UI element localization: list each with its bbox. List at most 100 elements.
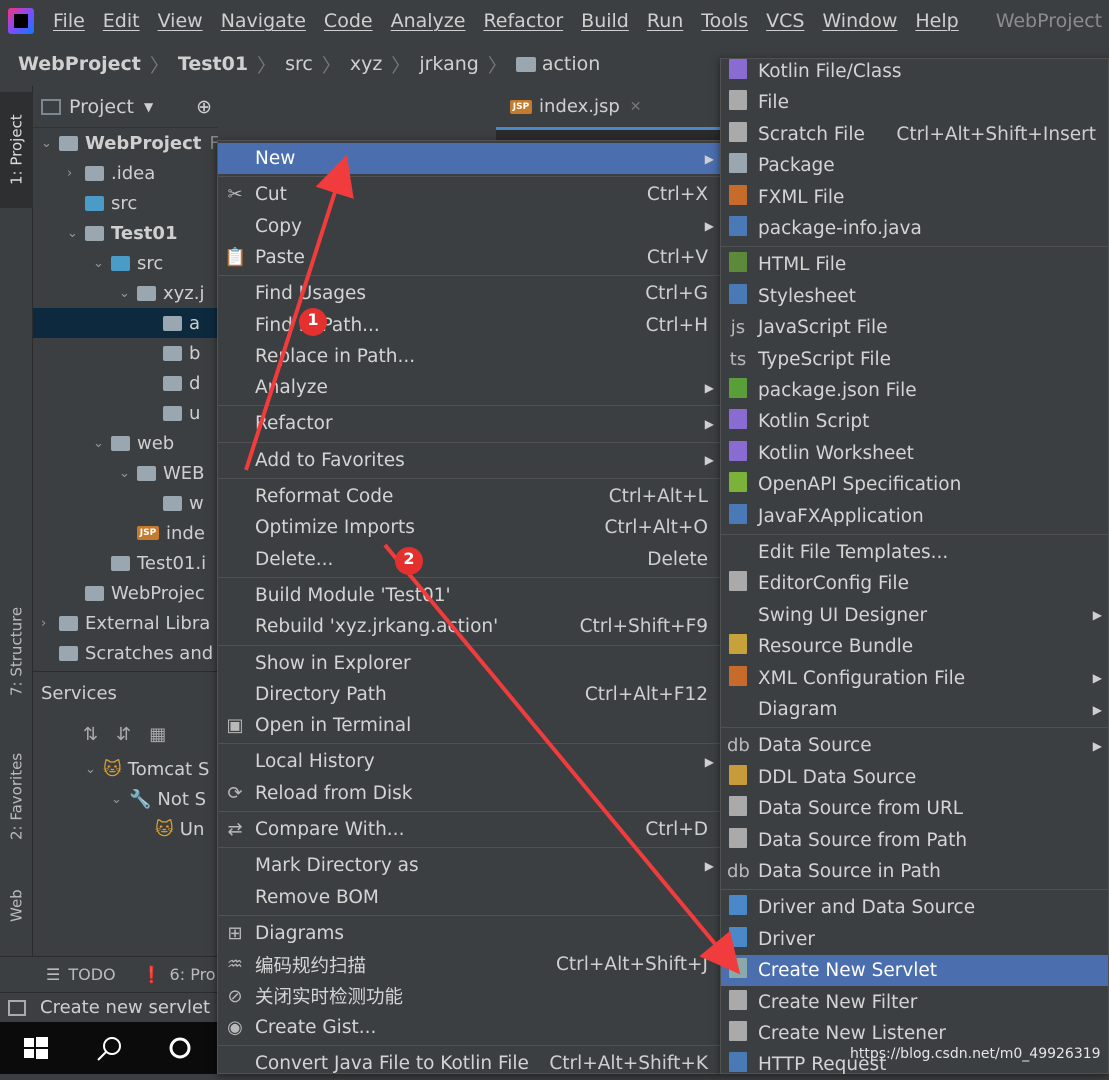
menu-item-analyze[interactable]: Analyze▶ (218, 372, 720, 403)
chevron-down-icon[interactable]: ⌄ (41, 136, 59, 151)
menu-item-resource-bundle[interactable]: Resource Bundle (721, 631, 1108, 662)
tree-node[interactable]: Scratches and (33, 638, 213, 668)
menu-item-create-new-servlet[interactable]: Create New Servlet (721, 955, 1108, 986)
menu-item-fxml-file[interactable]: FXML File (721, 182, 1108, 213)
tree-node[interactable]: d (33, 368, 200, 398)
menu-item-remove-bom[interactable]: Remove BOM (218, 882, 720, 913)
menu-item-build-module-test01[interactable]: Build Module 'Test01' (218, 580, 720, 611)
service-node[interactable]: ⌄🐱Tomcat S (33, 754, 209, 784)
menu-item-stylesheet[interactable]: Stylesheet (721, 281, 1108, 312)
menu-item-edit-file-templates[interactable]: Edit File Templates... (721, 537, 1108, 568)
tree-node[interactable]: ›External Libra (33, 608, 210, 638)
menu-item-swing-ui-designer[interactable]: Swing UI Designer▶ (721, 600, 1108, 631)
menu-help[interactable]: Help (915, 10, 958, 32)
menu-item-data-source-from-url[interactable]: Data Source from URL (721, 793, 1108, 824)
tree-node[interactable]: ⌄WebProjectF:\IDEA\WebProject (33, 128, 218, 158)
chevron-down-icon[interactable]: ⌄ (119, 286, 137, 301)
chevron-down-icon[interactable]: ⌄ (119, 466, 137, 481)
tree-node[interactable]: Test01.i (33, 548, 206, 578)
menu-run[interactable]: Run (647, 10, 683, 32)
menu-item-optimize-imports[interactable]: Optimize ImportsCtrl+Alt+O (218, 512, 720, 543)
menu-item-html-file[interactable]: HTML File (721, 249, 1108, 280)
menu-item-data-source-in-path[interactable]: dbData Source in Path (721, 856, 1108, 887)
tree-node[interactable]: ›.idea (33, 158, 155, 188)
menu-item-mark-directory-as[interactable]: Mark Directory as▶ (218, 850, 720, 881)
tab-structure[interactable]: 7: Structure (0, 586, 33, 716)
breadcrumb-item[interactable]: xyz (350, 53, 382, 75)
menu-item-paste[interactable]: 📋PasteCtrl+V (218, 242, 720, 273)
menu-item-reformat-code[interactable]: Reformat CodeCtrl+Alt+L (218, 481, 720, 512)
menu-item-xml-configuration-file[interactable]: XML Configuration File▶ (721, 663, 1108, 694)
breadcrumb-item[interactable]: WebProject (18, 53, 141, 75)
menu-item-convert-java-file-to-kotlin-file[interactable]: Convert Java File to Kotlin FileCtrl+Alt… (218, 1048, 720, 1079)
menu-item-find-usages[interactable]: Find UsagesCtrl+G (218, 278, 720, 309)
menu-item-scratch-file[interactable]: Scratch FileCtrl+Alt+Shift+Insert (721, 119, 1108, 150)
menu-item-delete[interactable]: Delete...Delete (218, 544, 720, 575)
tree-node[interactable]: a (33, 308, 218, 338)
menu-item-openapi-specification[interactable]: OpenAPI Specification (721, 469, 1108, 500)
chevron-right-icon[interactable]: › (67, 166, 85, 181)
tree-node[interactable]: ⌄WEB (33, 458, 205, 488)
menu-item-find-in-path[interactable]: Find in Path...Ctrl+H (218, 310, 720, 341)
tree-node[interactable]: ⌄xyz.j (33, 278, 204, 308)
menu-code[interactable]: Code (324, 10, 373, 32)
menu-item-data-source[interactable]: dbData Source▶ (721, 730, 1108, 761)
collapse-all-icon[interactable]: ⇵ (116, 724, 131, 745)
chevron-right-icon[interactable]: › (41, 616, 59, 631)
menu-tools[interactable]: Tools (701, 10, 748, 32)
menu-analyze[interactable]: Analyze (391, 10, 466, 32)
tree-node[interactable]: u (33, 398, 200, 428)
chevron-down-icon[interactable]: ⌄ (67, 226, 85, 241)
tree-node[interactable]: JSPinde (33, 518, 205, 548)
menu-item-editorconfig-file[interactable]: EditorConfig File (721, 568, 1108, 599)
chevron-down-icon[interactable]: ⌄ (85, 762, 103, 777)
tab-web[interactable]: Web (0, 876, 33, 936)
menu-item-replace-in-path[interactable]: Replace in Path... (218, 341, 720, 372)
close-icon[interactable]: ✕ (630, 99, 642, 115)
menu-item-file[interactable]: File (721, 87, 1108, 118)
menu-item-[interactable]: ♒编码规约扫描Ctrl+Alt+Shift+J (218, 949, 720, 980)
menu-item-package[interactable]: Package (721, 150, 1108, 181)
menu-item-package-info-java[interactable]: package-info.java (721, 213, 1108, 244)
menu-navigate[interactable]: Navigate (221, 10, 306, 32)
chevron-down-icon[interactable]: ⌄ (111, 792, 129, 807)
menu-item-add-to-favorites[interactable]: Add to Favorites▶ (218, 445, 720, 476)
tree-node[interactable]: src (33, 188, 137, 218)
tree-node[interactable]: WebProjec (33, 578, 205, 608)
menu-item-ddl-data-source[interactable]: DDL Data Source (721, 762, 1108, 793)
menu-item-open-in-terminal[interactable]: ▣Open in Terminal (218, 710, 720, 741)
menu-item-kotlin-script[interactable]: Kotlin Script (721, 406, 1108, 437)
service-node[interactable]: 🐱Un (33, 814, 204, 844)
menu-vcs[interactable]: VCS (766, 10, 804, 32)
menu-item-show-in-explorer[interactable]: Show in Explorer (218, 648, 720, 679)
menu-item-rebuild-xyz-jrkang-action[interactable]: Rebuild 'xyz.jrkang.action'Ctrl+Shift+F9 (218, 611, 720, 642)
menu-file[interactable]: File (53, 10, 85, 32)
menu-item-driver-and-data-source[interactable]: Driver and Data Source (721, 892, 1108, 923)
tab-todo[interactable]: TODO (68, 965, 115, 984)
menu-view[interactable]: View (158, 10, 203, 32)
tree-node[interactable]: ⌄Test01 (33, 218, 177, 248)
menu-item-package-json-file[interactable]: package.json File (721, 375, 1108, 406)
menu-item-[interactable]: ⊘关闭实时检测功能 (218, 981, 720, 1012)
tab-project[interactable]: 1: Project (0, 92, 33, 208)
menu-item-new[interactable]: New▶ (218, 143, 720, 174)
menu-item-directory-path[interactable]: Directory PathCtrl+Alt+F12 (218, 679, 720, 710)
chevron-down-icon[interactable]: ⌄ (93, 436, 111, 451)
menu-item-refactor[interactable]: Refactor▶ (218, 408, 720, 439)
menu-item-kotlin-worksheet[interactable]: Kotlin Worksheet (721, 438, 1108, 469)
tree-node[interactable]: ⌄web (33, 428, 174, 458)
menu-item-local-history[interactable]: Local History▶ (218, 746, 720, 777)
menu-item-create-new-filter[interactable]: Create New Filter (721, 987, 1108, 1018)
menu-item-javafxapplication[interactable]: JavaFXApplication (721, 501, 1108, 532)
menu-item-kotlin-file-class[interactable]: Kotlin File/Class (721, 56, 1108, 87)
group-icon[interactable]: ▦ (149, 724, 166, 745)
tree-node[interactable]: ⌄src (33, 248, 163, 278)
menu-item-data-source-from-path[interactable]: Data Source from Path (721, 825, 1108, 856)
locate-icon[interactable]: ⊕ (196, 96, 212, 118)
menu-item-javascript-file[interactable]: jsJavaScript File (721, 312, 1108, 343)
status-toggle-icon[interactable] (8, 1000, 26, 1016)
breadcrumb-item[interactable]: src (285, 53, 313, 75)
menu-build[interactable]: Build (581, 10, 629, 32)
menu-edit[interactable]: Edit (103, 10, 140, 32)
menu-item-typescript-file[interactable]: tsTypeScript File (721, 344, 1108, 375)
